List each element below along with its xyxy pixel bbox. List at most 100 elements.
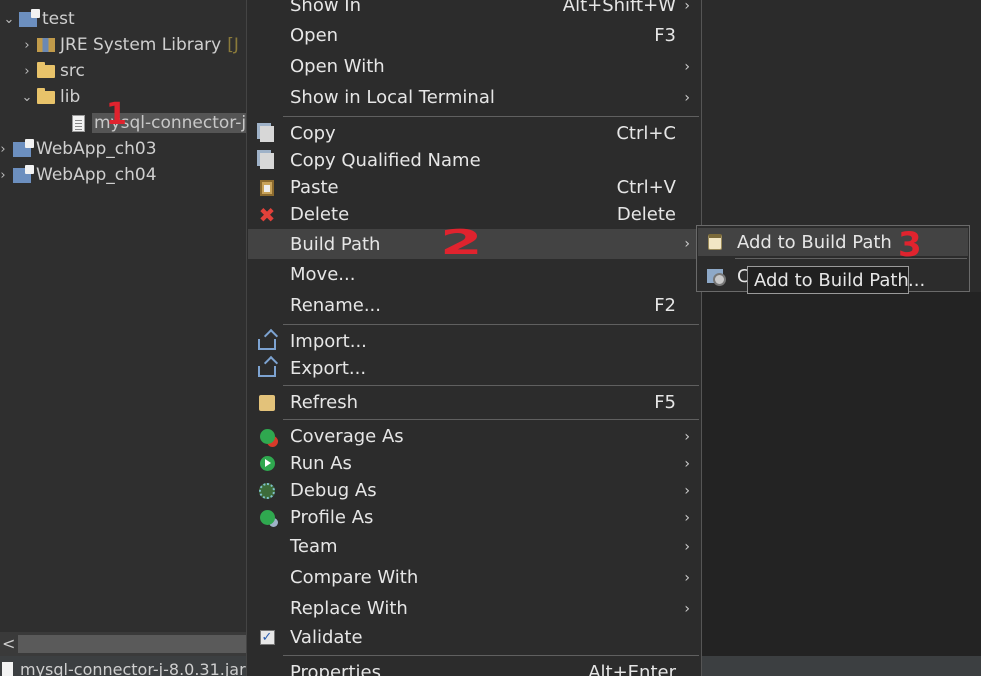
- menu-item-label: Open With: [290, 56, 385, 77]
- tree-item-label: test: [42, 9, 75, 29]
- tree-item-lib[interactable]: ⌄ lib: [20, 84, 81, 110]
- menu-item-label: Build Path: [290, 233, 381, 255]
- tree-item-test[interactable]: ⌄ test: [2, 6, 75, 32]
- chevron-right-icon: ›: [684, 509, 690, 526]
- scrollbar-thumb[interactable]: [18, 635, 246, 653]
- menu-item-show-in[interactable]: Show In Alt+Shift+W ›: [248, 0, 700, 19]
- configure-build-path-icon: [706, 267, 726, 286]
- menu-item-label: Compare With: [290, 567, 419, 588]
- chevron-right-icon: ›: [684, 569, 690, 586]
- menu-item-paste[interactable]: Paste Ctrl+V: [248, 174, 700, 201]
- menu-item-properties[interactable]: Properties Alt+Enter: [248, 659, 700, 676]
- menu-item-label: Add to Build Path: [737, 231, 892, 253]
- chevron-right-icon[interactable]: ›: [0, 142, 10, 157]
- menu-item-label: Show In: [290, 0, 362, 16]
- menu-item-shortcut: Ctrl+V: [616, 177, 676, 198]
- chevron-right-icon[interactable]: ›: [20, 38, 34, 53]
- menu-item-label: Rename...: [290, 295, 381, 316]
- menu-item-label: Open: [290, 25, 339, 46]
- chevron-right-icon: ›: [684, 455, 690, 472]
- menu-item-label: Delete: [290, 204, 350, 225]
- tree-item-label: JRE System Library: [60, 35, 222, 55]
- chevron-right-icon[interactable]: ›: [20, 64, 34, 79]
- menu-item-shortcut: Alt+Shift+W: [562, 0, 676, 16]
- menu-item-coverage-as[interactable]: Coverage As ›: [248, 423, 700, 450]
- tree-item-mysql-connector[interactable]: mysql-connector-j: [66, 110, 246, 136]
- chevron-right-icon[interactable]: ›: [0, 168, 10, 183]
- project-icon: [12, 138, 34, 158]
- menu-separator: [735, 258, 967, 259]
- file-icon: [2, 662, 13, 676]
- menu-item-label: Replace With: [290, 598, 408, 619]
- delete-icon: ✖: [258, 202, 276, 227]
- menu-item-label: Profile As: [290, 507, 374, 528]
- menu-item-copy-qualified-name[interactable]: Copy Qualified Name: [248, 147, 700, 174]
- menu-item-refresh[interactable]: Refresh F5: [248, 389, 700, 416]
- chevron-right-icon: ›: [684, 236, 690, 252]
- coverage-icon: [258, 428, 276, 446]
- menu-item-shortcut: Ctrl+C: [616, 123, 676, 144]
- scroll-left-icon[interactable]: <: [2, 634, 15, 653]
- menu-separator: [283, 419, 699, 420]
- menu-item-label: Show in Local Terminal: [290, 87, 495, 108]
- project-icon: [18, 8, 40, 28]
- menu-item-team[interactable]: Team ›: [248, 533, 700, 560]
- copy-icon: [258, 125, 276, 143]
- folder-open-icon: [36, 87, 56, 106]
- menu-item-validate[interactable]: ✓ Validate: [248, 624, 700, 651]
- menu-item-label: Paste: [290, 177, 339, 198]
- menu-item-debug-as[interactable]: Debug As ›: [248, 477, 700, 504]
- menu-item-shortcut: Alt+Enter: [588, 662, 676, 676]
- menu-item-import[interactable]: Import...: [248, 328, 700, 355]
- project-explorer-tree: ⌄ test › JRE System Library [J › src ⌄ l…: [0, 0, 246, 632]
- chevron-right-icon: ›: [684, 89, 690, 106]
- menu-item-run-as[interactable]: Run As ›: [248, 450, 700, 477]
- import-icon: [258, 333, 276, 351]
- chevron-down-icon[interactable]: ⌄: [20, 90, 34, 105]
- tree-item-src[interactable]: › src: [20, 58, 84, 84]
- file-icon: [68, 114, 88, 132]
- menu-item-rename[interactable]: Rename... F2: [248, 292, 700, 319]
- tree-item-jre-system-library[interactable]: › JRE System Library [J: [20, 32, 238, 58]
- menu-item-show-in-local-terminal[interactable]: Show in Local Terminal ›: [248, 84, 700, 111]
- tree-item-webapp-ch04[interactable]: › WebApp_ch04: [0, 162, 157, 188]
- chevron-right-icon: ›: [684, 0, 690, 14]
- menu-item-open[interactable]: Open F3: [248, 22, 700, 49]
- menu-item-label: Copy Qualified Name: [290, 150, 481, 171]
- menu-item-label: Export...: [290, 358, 367, 379]
- horizontal-scrollbar[interactable]: <: [0, 632, 246, 656]
- folder-icon: [36, 61, 56, 80]
- menu-item-shortcut: F3: [654, 25, 676, 46]
- export-icon: [258, 360, 276, 378]
- editor-area: [702, 292, 981, 656]
- validate-icon: ✓: [258, 629, 276, 647]
- annotation-step-3: 3: [898, 225, 922, 265]
- menu-item-compare-with[interactable]: Compare With ›: [248, 564, 700, 591]
- menu-item-shortcut: F2: [654, 295, 676, 316]
- menu-item-label: Properties: [290, 662, 381, 676]
- menu-item-shortcut: Delete: [616, 204, 676, 225]
- chevron-right-icon: ›: [684, 58, 690, 75]
- profile-icon: [258, 509, 276, 527]
- menu-item-label: Validate: [290, 627, 363, 648]
- menu-item-move[interactable]: Move...: [248, 261, 700, 288]
- tree-item-webapp-ch03[interactable]: › WebApp_ch03: [0, 136, 157, 162]
- menu-item-profile-as[interactable]: Profile As ›: [248, 504, 700, 531]
- chevron-down-icon[interactable]: ⌄: [2, 12, 16, 27]
- menu-item-replace-with[interactable]: Replace With ›: [248, 595, 700, 622]
- menu-separator: [283, 655, 699, 656]
- menu-item-label: Run As: [290, 453, 352, 474]
- menu-separator: [283, 385, 699, 386]
- library-icon: [36, 36, 56, 54]
- refresh-icon: [258, 394, 276, 412]
- menu-item-export[interactable]: Export...: [248, 355, 700, 382]
- copy-qualified-icon: [258, 152, 276, 170]
- menu-item-copy[interactable]: Copy Ctrl+C: [248, 120, 700, 147]
- menu-item-add-to-build-path[interactable]: Add to Build Path: [698, 228, 968, 256]
- jar-icon: [706, 233, 724, 251]
- menu-item-label: Import...: [290, 331, 367, 352]
- tree-item-label: lib: [60, 87, 81, 107]
- chevron-right-icon: ›: [684, 600, 690, 617]
- chevron-right-icon: ›: [684, 538, 690, 555]
- menu-item-open-with[interactable]: Open With ›: [248, 53, 700, 80]
